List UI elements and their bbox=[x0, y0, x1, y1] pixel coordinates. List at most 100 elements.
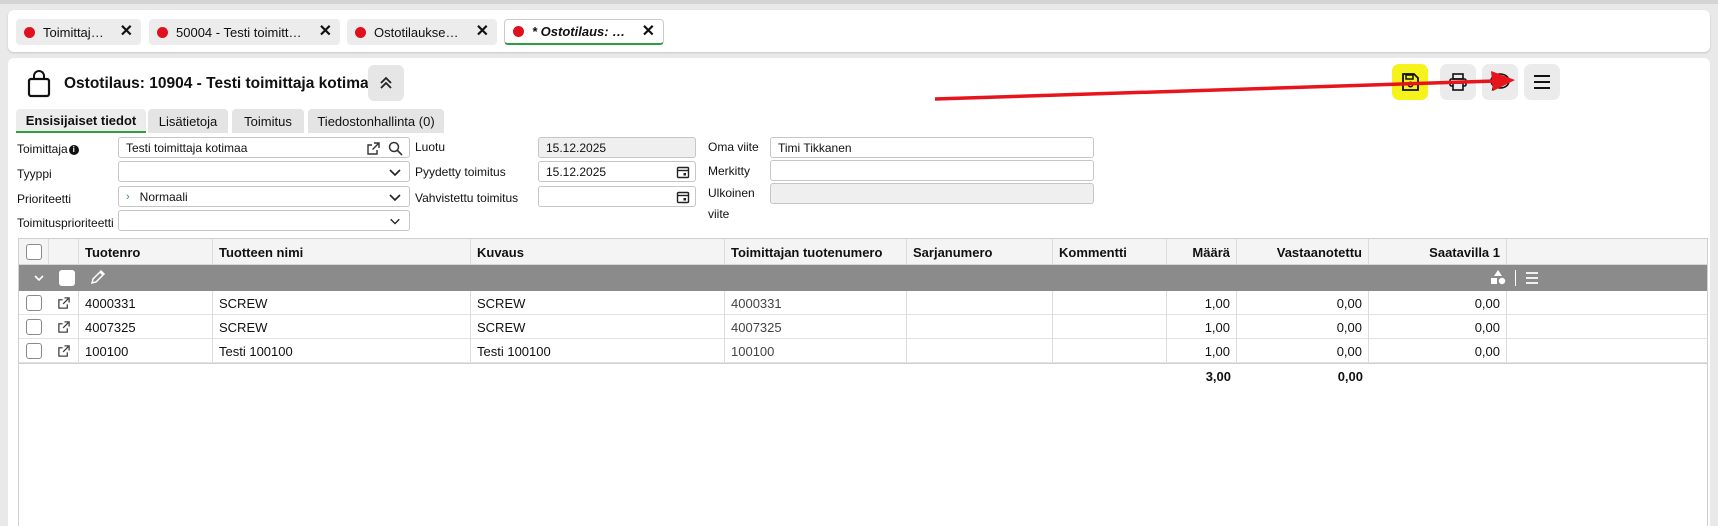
toolbar-checkbox[interactable] bbox=[59, 270, 75, 286]
top-divider bbox=[0, 0, 1718, 4]
collapse-header-button[interactable] bbox=[368, 65, 404, 101]
cell-received: 0,00 bbox=[1237, 339, 1369, 363]
confirmed-delivery-label: Vahvistettu toimitus bbox=[415, 191, 519, 205]
hamburger-menu-icon bbox=[1534, 75, 1550, 89]
own-reference-value: Timi Tikkanen bbox=[778, 140, 852, 155]
pencil-icon[interactable] bbox=[89, 269, 106, 286]
shapes-icon[interactable] bbox=[1489, 269, 1507, 287]
subtab-primary-info[interactable]: Ensisijaiset tiedot bbox=[16, 109, 146, 133]
double-chevron-up-icon bbox=[380, 76, 392, 89]
calendar-icon[interactable] bbox=[675, 189, 691, 205]
subtab-file-management[interactable]: Tiedostonhallinta (0) bbox=[308, 109, 444, 133]
col-supplier-product-no[interactable]: Toimittajan tuotenumero bbox=[725, 239, 907, 265]
grid-header: Tuotenro Tuotteen nimi Kuvaus Toimittaja… bbox=[19, 239, 1707, 265]
table-row[interactable]: 100100 Testi 100100 Testi 100100 100100 … bbox=[19, 339, 1707, 363]
column-menu-icon[interactable] bbox=[1525, 271, 1539, 285]
tab-label: * Ostotilaus: 10904 bbox=[532, 24, 632, 39]
subtab-additional-info[interactable]: Lisätietoja bbox=[148, 109, 228, 133]
col-comment[interactable]: Kommentti bbox=[1053, 239, 1167, 265]
close-icon[interactable]: ✕ bbox=[319, 24, 332, 40]
cell-supplier-product-no: 100100 bbox=[725, 339, 907, 363]
chevron-down-icon[interactable] bbox=[33, 273, 45, 283]
close-icon[interactable]: ✕ bbox=[476, 24, 489, 40]
priority-select[interactable]: › Normaali bbox=[118, 186, 410, 207]
tab-purchase-order-10904[interactable]: * Ostotilaus: 10904 ✕ bbox=[504, 19, 664, 45]
page-title: Ostotilaus: 10904 - Testi toimittaja kot… bbox=[64, 75, 378, 92]
cell-serial-no[interactable] bbox=[907, 291, 1053, 315]
row-checkbox-cell bbox=[19, 315, 49, 339]
external-reference-field bbox=[770, 183, 1094, 204]
total-received: 0,00 bbox=[1337, 369, 1363, 384]
menu-button[interactable] bbox=[1524, 64, 1560, 100]
priority-label: Prioriteetti bbox=[17, 192, 72, 206]
open-row-icon[interactable] bbox=[49, 315, 79, 339]
tab-purchase-order-search[interactable]: Ostotilauksen haku ✕ bbox=[347, 19, 497, 45]
annotation-arrow bbox=[934, 71, 1515, 101]
col-product-name[interactable]: Tuotteen nimi bbox=[213, 239, 471, 265]
col-received[interactable]: Vastaanotettu bbox=[1237, 239, 1369, 265]
cell-comment[interactable] bbox=[1053, 315, 1167, 339]
cell-product-name: SCREW bbox=[213, 315, 471, 339]
calendar-icon[interactable] bbox=[675, 164, 691, 180]
col-available-1[interactable]: Saatavilla 1 bbox=[1369, 239, 1507, 265]
info-icon[interactable]: i bbox=[68, 144, 79, 155]
delivery-priority-select[interactable] bbox=[118, 210, 410, 231]
subtab-delivery[interactable]: Toimitus bbox=[232, 109, 304, 133]
cell-quantity[interactable]: 1,00 bbox=[1167, 315, 1237, 339]
marked-field[interactable] bbox=[770, 160, 1094, 181]
col-description[interactable]: Kuvaus bbox=[471, 239, 725, 265]
cell-received: 0,00 bbox=[1237, 291, 1369, 315]
cell-comment[interactable] bbox=[1053, 339, 1167, 363]
cell-available: 0,00 bbox=[1369, 291, 1507, 315]
tab-label: 50004 - Testi toimittaja ... bbox=[176, 24, 309, 40]
marked-label: Merkitty bbox=[708, 164, 750, 178]
total-quantity: 3,00 bbox=[1205, 369, 1231, 384]
own-reference-field[interactable]: Timi Tikkanen bbox=[770, 137, 1094, 158]
table-row[interactable]: 4007325 SCREW SCREW 4007325 1,00 0,00 0,… bbox=[19, 315, 1707, 339]
cell-product-name: SCREW bbox=[213, 291, 471, 315]
supplier-field[interactable]: Testi toimittaja kotimaa bbox=[118, 137, 410, 158]
close-icon[interactable]: ✕ bbox=[642, 23, 655, 40]
requested-delivery-field[interactable]: 15.12.2025 bbox=[538, 161, 696, 182]
cell-serial-no[interactable] bbox=[907, 315, 1053, 339]
col-quantity[interactable]: Määrä bbox=[1167, 239, 1237, 265]
chevron-down-icon bbox=[387, 189, 403, 205]
toolbar-divider bbox=[1515, 270, 1516, 286]
confirmed-delivery-field[interactable] bbox=[538, 186, 696, 207]
unsaved-dot-icon bbox=[24, 26, 35, 38]
cell-serial-no[interactable] bbox=[907, 339, 1053, 363]
supplier-value: Testi toimittaja kotimaa bbox=[126, 140, 248, 155]
requested-delivery-label: Pyydetty toimitus bbox=[415, 165, 506, 179]
select-all-checkbox[interactable] bbox=[25, 244, 42, 260]
cell-product-no: 100100 bbox=[79, 339, 213, 363]
row-checkbox[interactable] bbox=[26, 343, 42, 359]
cell-comment[interactable] bbox=[1053, 291, 1167, 315]
unsaved-dot-icon bbox=[513, 26, 524, 37]
created-field: 15.12.2025 bbox=[538, 137, 696, 158]
row-checkbox[interactable] bbox=[26, 319, 42, 335]
type-select[interactable] bbox=[118, 161, 410, 182]
external-reference-label: Ulkoinen viite bbox=[708, 186, 755, 221]
search-icon[interactable] bbox=[387, 140, 403, 156]
open-external-icon[interactable] bbox=[365, 140, 381, 156]
row-checkbox[interactable] bbox=[26, 295, 42, 311]
totals-divider bbox=[19, 363, 1707, 364]
cell-quantity[interactable]: 1,00 bbox=[1167, 339, 1237, 363]
tab-supplier-50004[interactable]: 50004 - Testi toimittaja ... ✕ bbox=[149, 19, 340, 45]
external-reference-label-line2: viite bbox=[708, 207, 730, 221]
cell-quantity[interactable]: 1,00 bbox=[1167, 291, 1237, 315]
close-icon[interactable]: ✕ bbox=[120, 24, 133, 40]
cell-description: Testi 100100 bbox=[471, 339, 725, 363]
col-serial-no[interactable]: Sarjanumero bbox=[907, 239, 1053, 265]
tab-supplier-search[interactable]: Toimittajahaku ✕ bbox=[16, 19, 141, 45]
priority-value: Normaali bbox=[139, 189, 188, 204]
type-label: Tyyppi bbox=[17, 167, 52, 181]
open-row-icon[interactable] bbox=[49, 339, 79, 363]
open-row-icon[interactable] bbox=[49, 291, 79, 315]
cell-available: 0,00 bbox=[1369, 315, 1507, 339]
chevron-down-icon bbox=[387, 213, 403, 229]
supplier-label-text: Toimittaja bbox=[17, 142, 68, 156]
col-product-no[interactable]: Tuotenro bbox=[79, 239, 213, 265]
table-row[interactable]: 4000331 SCREW SCREW 4000331 1,00 0,00 0,… bbox=[19, 291, 1707, 315]
delivery-priority-label: Toimitusprioriteetti bbox=[17, 216, 114, 230]
